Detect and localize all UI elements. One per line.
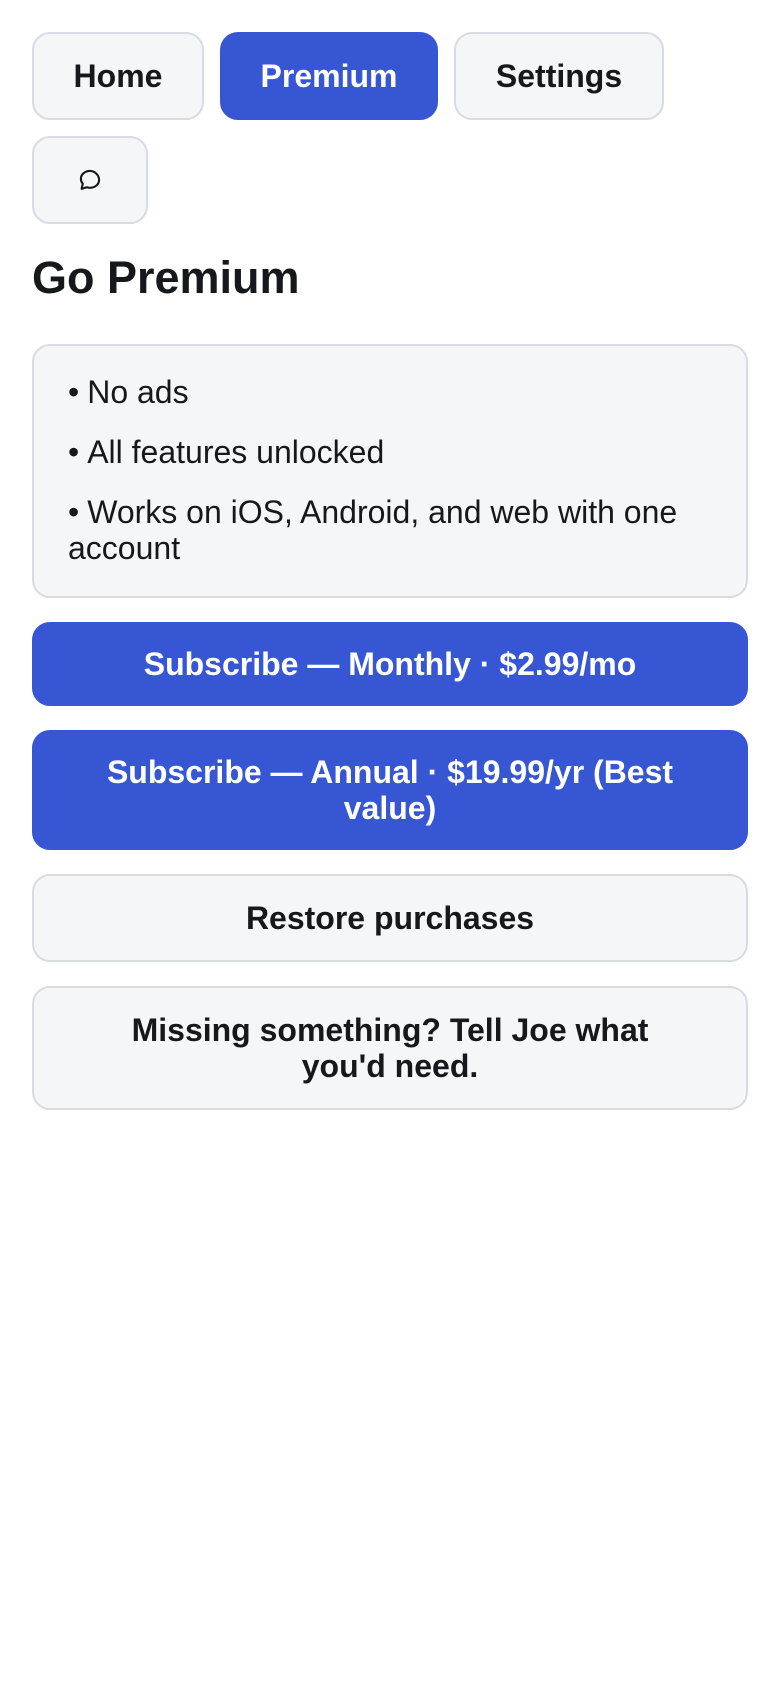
- nav-settings-button[interactable]: Settings: [454, 32, 664, 120]
- bullet: •: [68, 374, 80, 410]
- feature-text: Works on iOS, Android, and web with one …: [68, 494, 678, 566]
- nav-home-button[interactable]: Home: [32, 32, 204, 120]
- nav-feedback-button[interactable]: [32, 136, 148, 224]
- nav-premium-button[interactable]: Premium: [220, 32, 438, 120]
- subscribe-annual-label: Subscribe — Annual · $19.99/yr (Best val…: [106, 754, 674, 826]
- subscribe-monthly-label: Subscribe — Monthly · $2.99/mo: [143, 646, 637, 682]
- bullet: •: [68, 434, 80, 470]
- premium-screen: Home Premium Settings Go Premium • No ads…: [0, 0, 780, 1688]
- feedback-label: Missing something? Tell Joe what you'd n…: [131, 1012, 649, 1084]
- subscribe-annual-button[interactable]: Subscribe — Annual · $19.99/yr (Best val…: [32, 730, 748, 850]
- feature-list: • No ads • All features unlocked • Works on…: [32, 344, 748, 598]
- nav-home-label: Home: [73, 57, 163, 94]
- page-title: Go Premium: [32, 252, 300, 303]
- subscribe-monthly-button[interactable]: Subscribe — Monthly · $2.99/mo: [32, 622, 748, 706]
- feedback-button[interactable]: Missing something? Tell Joe what you'd n…: [32, 986, 748, 1110]
- feature-item: • No ads: [68, 374, 712, 410]
- speech-bubble-icon: [79, 169, 101, 190]
- restore-purchases-button[interactable]: Restore purchases: [32, 874, 748, 962]
- bullet: •: [68, 494, 80, 530]
- nav-premium-label: Premium: [260, 57, 398, 94]
- feature-text: All features unlocked: [87, 434, 385, 470]
- feature-text: No ads: [87, 374, 189, 410]
- restore-purchases-label: Restore purchases: [245, 900, 535, 936]
- top-nav: Home Premium Settings: [32, 32, 748, 224]
- nav-settings-label: Settings: [495, 57, 623, 94]
- feature-item: • Works on iOS, Android, and web with one…: [68, 494, 712, 566]
- feature-item: • All features unlocked: [68, 434, 712, 470]
